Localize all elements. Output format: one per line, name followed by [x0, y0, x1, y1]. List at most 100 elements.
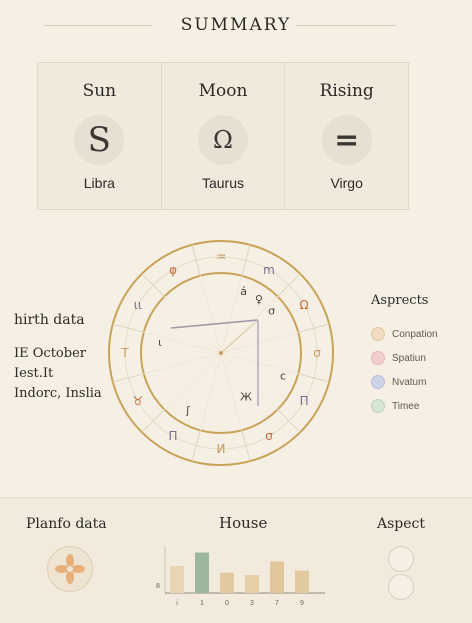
house-ray-line — [199, 275, 222, 354]
sun-badge: S — [74, 115, 125, 165]
natal-chart-wheel[interactable]: ♒mΩσΠσИΠ♉Tιιφ á♀σιʃсЖ — [106, 236, 336, 472]
house-ray-line — [164, 352, 222, 410]
aspects-heading: Asprects — [371, 293, 429, 308]
moon-badge: Ω — [198, 115, 248, 165]
planet-glyph-icon: Ж — [240, 390, 252, 403]
rising-card[interactable]: Rising = Virgo — [285, 63, 408, 209]
chart-bar[interactable] — [295, 570, 309, 594]
trine-dot-icon — [371, 375, 385, 389]
chart-bars — [170, 552, 309, 594]
flower-icon — [55, 554, 85, 584]
house-title: House — [219, 514, 268, 532]
chart-x-tick-label: 1 — [200, 600, 204, 607]
chart-x-tick-label: 7 — [275, 600, 279, 607]
sun-sign: Libra — [83, 175, 115, 191]
house-ray-line — [143, 352, 222, 375]
zodiac-glyph-icon: ιι — [134, 298, 142, 312]
sextile-dot-icon — [371, 399, 385, 413]
planet-data-title: Planfo data — [26, 516, 107, 532]
aspect-legend-label: Timee — [392, 400, 420, 412]
rising-sign: Virgo — [330, 175, 363, 191]
rising-badge: = — [321, 115, 372, 165]
house-cusp-line — [241, 244, 251, 276]
aspect-legend-label: Spatiun — [392, 352, 426, 364]
moon-sign: Taurus — [201, 175, 245, 191]
aspect-legend-item[interactable]: Nvatum — [371, 370, 471, 394]
zodiac-glyph-icon: σ — [265, 429, 273, 443]
moon-card[interactable]: Moon Ω Taurus — [162, 63, 286, 209]
zodiac-glyph-icon: m — [263, 263, 275, 277]
chart-bar[interactable] — [245, 575, 259, 593]
page-title: SUMMARY — [180, 15, 292, 35]
chart-bar[interactable] — [270, 561, 284, 594]
aspect-legend-item[interactable]: Timee — [371, 394, 471, 418]
planet-glyph-icon: с — [280, 370, 286, 383]
moon-label: Moon — [198, 81, 248, 101]
rising-sign-icon: = — [334, 122, 360, 158]
house-cusp-line — [141, 273, 165, 297]
aspect-line-1 — [170, 319, 259, 329]
house-cusp-line — [298, 323, 330, 333]
chart-x-tick-label: i — [176, 600, 178, 607]
summary-header: SUMMARY — [0, 10, 472, 44]
house-ray-line — [220, 352, 243, 431]
square-dot-icon — [371, 351, 385, 365]
house-bar-chart[interactable]: 8 i 1 0 3 7 9 — [150, 543, 330, 618]
chart-bar[interactable] — [170, 566, 184, 593]
chart-bar[interactable] — [195, 552, 209, 594]
zodiac-glyph-icon: σ — [313, 346, 321, 360]
house-ray-line — [220, 275, 243, 354]
house-cusp-line — [191, 430, 201, 462]
moon-sign-icon: Ω — [213, 126, 233, 154]
planet-glyph-icon: á — [240, 285, 247, 298]
aspect-legend-label: Conpation — [392, 328, 438, 340]
house-cusp-line — [191, 244, 201, 276]
house-cusp-line — [241, 430, 251, 462]
house-ray-line — [220, 352, 299, 375]
house-cusp-line — [141, 409, 165, 433]
rising-label: Rising — [319, 81, 374, 101]
house-ray-line — [143, 331, 222, 354]
sun-sign-icon: S — [87, 120, 111, 160]
aspect-toggle-1[interactable] — [388, 546, 414, 572]
house-cusp-line — [277, 409, 301, 433]
zodiac-glyph-icon: Π — [168, 429, 177, 443]
chart-x-tick-label: 0 — [225, 600, 229, 607]
chart-bar[interactable] — [220, 572, 234, 593]
zodiac-glyph-icon: И — [217, 442, 226, 456]
house-cusp-line — [277, 273, 301, 297]
chart-x-tick-label: 9 — [300, 600, 304, 607]
big-three-panel: Sun S Libra Moon Ω Taurus Rising = Virgo — [37, 62, 409, 210]
chart-y-tick: 8 — [156, 583, 160, 590]
aspect-legend-item[interactable]: Conpation — [371, 322, 471, 346]
zodiac-glyph-icon: ♉ — [132, 394, 143, 408]
birth-data-heading: hirth data — [14, 312, 85, 328]
planet-glyph-icon: ʃ — [185, 404, 190, 417]
bottom-panel: Planfo data House Aspect 8 i 1 0 3 7 9 — [0, 497, 472, 623]
zodiac-glyph-icon: Π — [300, 394, 309, 408]
planet-glyph-icon: ι — [158, 336, 162, 349]
aspect-legend-item[interactable]: Spatiun — [371, 346, 471, 370]
sun-label: Sun — [82, 81, 117, 101]
planet-emblem-icon[interactable] — [47, 546, 93, 592]
chart-x-tick-label: 3 — [250, 600, 254, 607]
birth-data: hirth data IE October Iest.It Indorc, In… — [14, 312, 124, 404]
zodiac-glyph-icon: φ — [169, 263, 177, 277]
conjunction-dot-icon — [371, 327, 385, 341]
birth-time: Iest.It — [14, 366, 54, 381]
zodiac-glyph-icon: ♒ — [216, 250, 227, 264]
aspects-legend: Asprects Conpation Spatiun Nvatum Timee — [371, 293, 471, 418]
aspect-title: Aspect — [377, 516, 426, 532]
house-cusp-line — [298, 373, 330, 383]
birth-date: IE October — [14, 346, 86, 361]
house-ray-line — [199, 352, 222, 431]
zodiac-glyph-icon: Ω — [300, 298, 309, 312]
planet-glyph-icon: σ — [268, 305, 275, 318]
birth-place: Indorc, Inslia — [14, 386, 102, 401]
wheel-center — [219, 351, 223, 355]
planet-glyph-icon: ♀ — [255, 293, 263, 306]
sun-card[interactable]: Sun S Libra — [38, 63, 162, 209]
chart-x-ticks: i 1 0 3 7 9 — [176, 600, 304, 607]
aspect-legend-label: Nvatum — [392, 376, 427, 388]
aspect-toggle-2[interactable] — [388, 574, 414, 600]
